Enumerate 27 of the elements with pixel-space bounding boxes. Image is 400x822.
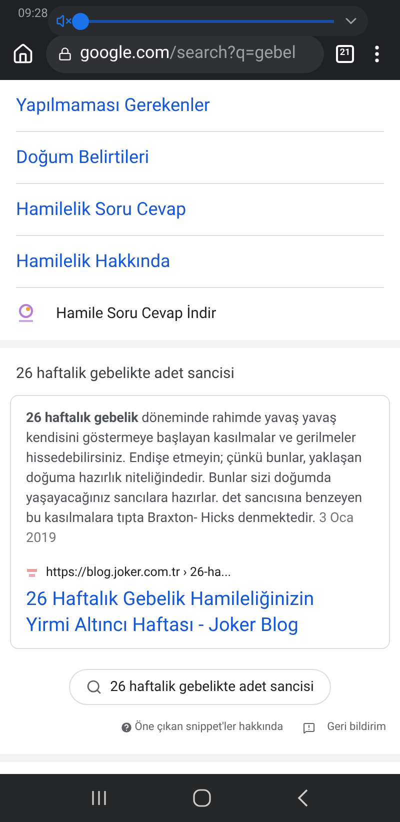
address-bar[interactable]: google.com/search?q=gebel [46, 35, 324, 73]
snippet-text: 26 haftalık gebelik döneminde rahimde yavaş yavaş kendisini göstermeye başlayan kasılmalar ve gerilmeler hissedebilirsiniz. Endişe etmeyin; çünkü bunlar, yaklaşan doğuma hazırlık niteliğindedir. Bunlar sizi doğumda yaşayacağınız sancılara hazırlar. det sancısına benzeyen bu kasılmalara tıpta Braxton- Hicks denmektedir. 3 Oca 2019 [26, 408, 364, 548]
help-icon [120, 721, 133, 734]
status-time: 09:28 [18, 5, 48, 22]
tab-count[interactable]: 21 [336, 45, 354, 63]
result-title[interactable]: 26 Haftalık Gebelik Hamileliğinizin Yirmi Altıncı Haftası - Joker Blog [26, 586, 374, 638]
about-link[interactable]: Öne çıkan snippet'ler hakkında [120, 719, 284, 736]
site-favicon [26, 566, 38, 579]
search-icon [86, 679, 102, 696]
mute-icon[interactable] [56, 13, 72, 29]
related-link[interactable]: Hamilelik Soru Cevap [16, 196, 186, 223]
source-url: https://blog.joker.com.tr › 26-ha... [46, 564, 232, 582]
feedback-icon [303, 722, 316, 734]
app-logo-icon [16, 302, 36, 324]
related-link[interactable]: Yapılmaması Gerekenler [16, 92, 210, 119]
home-button-icon[interactable] [193, 789, 211, 807]
volume-thumb[interactable] [72, 12, 89, 30]
related-link[interactable]: Hamilelik Hakkında [16, 248, 170, 275]
home-icon[interactable] [12, 43, 34, 65]
app-link[interactable]: Hamile Soru Cevap İndir [56, 302, 216, 324]
related-link[interactable]: Doğum Belirtileri [16, 144, 150, 171]
snippet-heading: 26 haftalik gebelikte adet sancisi [15, 363, 236, 384]
search-chip[interactable]: 26 haftalik gebelikte adet sancisi [69, 669, 331, 706]
lock-icon [58, 47, 72, 61]
recents-icon[interactable] [91, 790, 107, 806]
feedback-link[interactable]: Geri bildirim [303, 719, 386, 736]
back-icon[interactable] [297, 789, 309, 807]
